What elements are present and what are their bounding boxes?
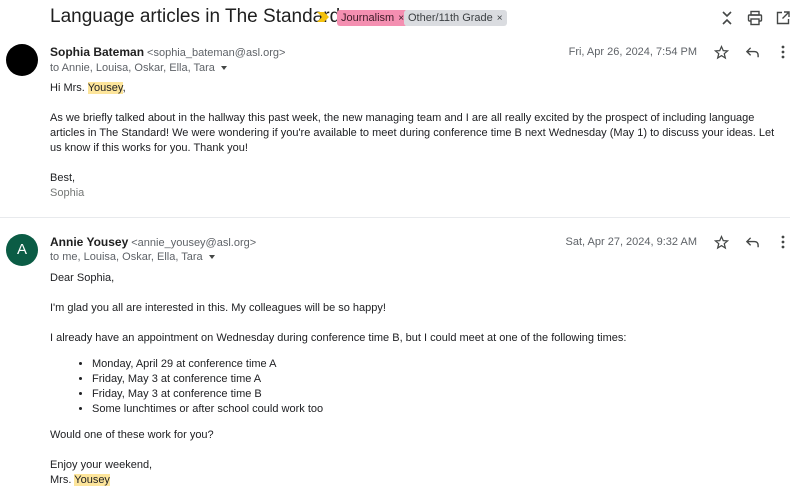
sender-line: Annie Yousey <annie_yousey@asl.org> <box>50 235 256 249</box>
message-body: Hi Mrs. Yousey, As we briefly talked abo… <box>50 81 788 201</box>
sender-line: Sophia Bateman <sophia_bateman@asl.org> <box>50 45 285 59</box>
sender-name[interactable]: Annie Yousey <box>50 235 128 249</box>
sender-name[interactable]: Sophia Bateman <box>50 45 144 59</box>
body-line: I already have an appointment on Wednesd… <box>50 332 627 344</box>
thread-header: Language articles in The Standard Journa… <box>0 0 800 36</box>
importance-marker-icon[interactable] <box>317 12 329 22</box>
label-chip-journalism[interactable]: Journalism × <box>337 10 409 26</box>
chevron-down-icon[interactable] <box>208 255 215 260</box>
recipients-toggle[interactable]: to Annie, Louisa, Oskar, Ella, Tara <box>50 62 227 74</box>
label-chip-other-11th-grade[interactable]: Other/11th Grade × <box>404 10 507 26</box>
remove-label-icon[interactable]: × <box>497 13 503 24</box>
message-date: Sat, Apr 27, 2024, 9:32 AM <box>565 236 697 248</box>
chevron-down-icon[interactable] <box>220 66 227 71</box>
closing: Enjoy your weekend, <box>50 459 153 471</box>
open-in-new-window-icon[interactable] <box>774 9 792 27</box>
print-icon[interactable] <box>746 9 764 27</box>
signature-text: Mrs. <box>50 474 75 486</box>
collapse-all-icon[interactable] <box>718 9 736 27</box>
body-line: I'm glad you all are interested in this.… <box>50 302 386 314</box>
signature: Sophia <box>50 187 85 199</box>
search-highlight: Yousey <box>74 474 110 486</box>
avatar[interactable]: A <box>6 234 38 266</box>
recipients-text: to me, Louisa, Oskar, Ella, Tara <box>50 251 203 263</box>
more-options-icon[interactable] <box>775 44 791 60</box>
list-item: Some lunchtimes or after school could wo… <box>92 402 788 417</box>
sender-email: <annie_yousey@asl.org> <box>131 237 257 249</box>
star-icon[interactable] <box>713 234 729 250</box>
signature: Mrs. Yousey <box>50 473 788 488</box>
greeting: Dear Sophia, <box>50 272 115 284</box>
list-item: Friday, May 3 at conference time B <box>92 387 788 402</box>
message-body: Dear Sophia, I'm glad you all are intere… <box>50 271 788 488</box>
closing: Best, <box>50 172 76 184</box>
thread-subject: Language articles in The Standard <box>50 6 341 27</box>
star-icon[interactable] <box>713 44 729 60</box>
message-divider <box>0 217 790 218</box>
greeting-text: Hi Mrs. <box>50 82 88 94</box>
greeting: Hi Mrs. Yousey, <box>50 81 788 96</box>
reply-icon[interactable] <box>744 234 760 250</box>
avatar[interactable] <box>6 44 38 76</box>
more-options-icon[interactable] <box>775 234 791 250</box>
sender-email: <sophia_bateman@asl.org> <box>147 47 286 59</box>
message-date: Fri, Apr 26, 2024, 7:54 PM <box>568 46 697 58</box>
list-item: Monday, April 29 at conference time A <box>92 357 788 372</box>
recipients-text: to Annie, Louisa, Oskar, Ella, Tara <box>50 62 215 74</box>
list-item: Friday, May 3 at conference time A <box>92 372 788 387</box>
label-text: Journalism <box>341 12 395 24</box>
greeting-punct: , <box>122 82 126 94</box>
search-highlight: Yousey <box>87 82 123 94</box>
recipients-toggle[interactable]: to me, Louisa, Oskar, Ella, Tara <box>50 251 215 263</box>
body-line: Would one of these work for you? <box>50 429 214 441</box>
reply-icon[interactable] <box>744 44 760 60</box>
availability-list: Monday, April 29 at conference time A Fr… <box>50 357 788 417</box>
label-text: Other/11th Grade <box>408 12 493 24</box>
body-paragraph: As we briefly talked about in the hallwa… <box>50 112 775 154</box>
